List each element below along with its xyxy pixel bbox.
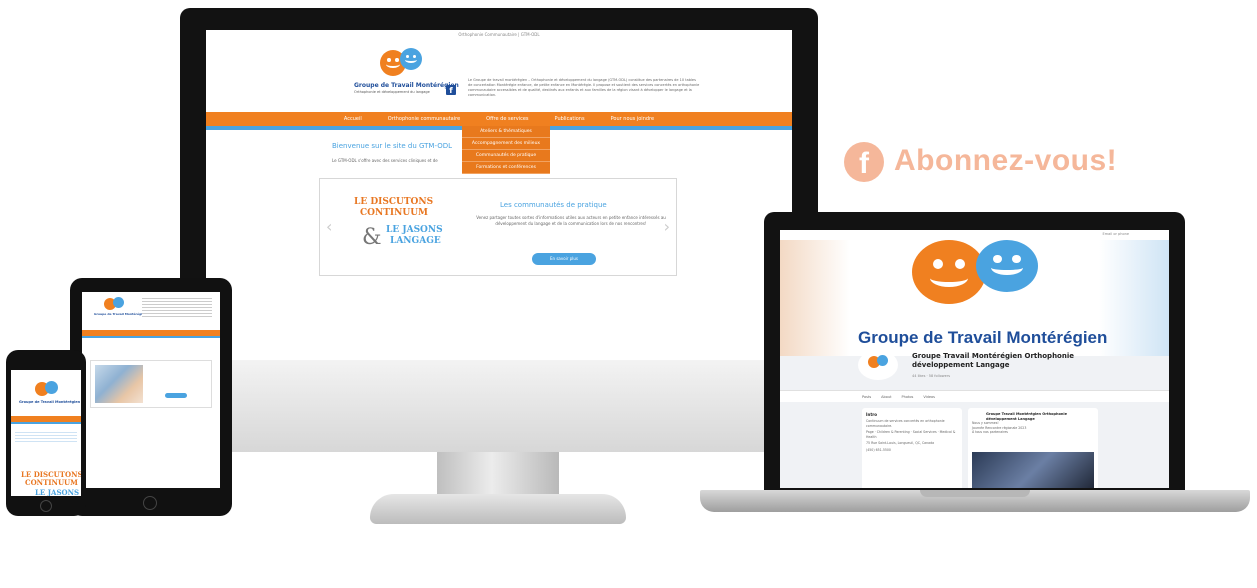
monitor-stand-foot bbox=[370, 494, 626, 524]
tablet-learn-more-button[interactable] bbox=[165, 393, 187, 398]
blue-smiley-icon bbox=[45, 381, 58, 394]
desktop-monitor: Orthophonie Communautaire | GTM-ODL Grou… bbox=[180, 8, 818, 452]
nav-item-publications[interactable]: Publications bbox=[555, 116, 585, 122]
services-dropdown: Ateliers & thématiques Accompagnement de… bbox=[462, 126, 550, 174]
site-logo-subtitle: Orthophonie et développement du langage bbox=[354, 90, 430, 94]
blue-smiley-icon bbox=[400, 48, 422, 70]
phone-screen: Groupe de Travail Montérégien LE DISCUTO… bbox=[11, 370, 81, 496]
cover-photo: Groupe de Travail Montérégien bbox=[780, 240, 1169, 356]
facebook-icon[interactable]: f bbox=[446, 85, 456, 95]
laptop-screen: Email or phone Groupe de Travail Montéré… bbox=[780, 230, 1169, 488]
laptop-notch bbox=[920, 490, 1030, 497]
desktop-screen: Orthophonie Communautaire | GTM-ODL Grou… bbox=[206, 30, 792, 360]
dropdown-item[interactable]: Ateliers & thématiques bbox=[462, 126, 550, 138]
nav-item-offre[interactable]: Offre de services bbox=[486, 116, 528, 122]
post-author: Groupe Travail Montérégien Orthophonie d… bbox=[986, 412, 1067, 421]
cover-title: Groupe de Travail Montérégien bbox=[858, 328, 1108, 347]
subscribe-callout[interactable]: f Abonnez-vous! bbox=[844, 140, 1164, 184]
dropdown-item[interactable]: Accompagnement des milieux bbox=[462, 138, 550, 150]
login-email-field[interactable]: Email or phone bbox=[1103, 232, 1129, 236]
facebook-icon: f bbox=[844, 142, 884, 182]
brand-line: LE DISCUTONS bbox=[354, 197, 434, 207]
phone-brand-line: CONTINUUM bbox=[25, 478, 78, 487]
subscribe-label: Abonnez-vous! bbox=[894, 144, 1118, 177]
slide-text: Venez partager toutes sortes d'informati… bbox=[476, 215, 666, 226]
facebook-topbar: Email or phone bbox=[780, 230, 1169, 240]
slide-title: Les communautés de pratique bbox=[500, 201, 607, 209]
main-nav: Accueil Orthophonie communautaire Offre … bbox=[206, 112, 792, 126]
intro-row: Page · Children & Parenting · Social Ser… bbox=[866, 430, 956, 439]
dropdown-item[interactable]: Formations et conférences bbox=[462, 162, 550, 174]
intro-row: Continuum de services concertés en ortho… bbox=[866, 419, 945, 428]
brand-ampersand: & bbox=[362, 225, 382, 250]
welcome-heading: Bienvenue sur le site du GTM-ODL bbox=[332, 142, 452, 150]
site-logo-title: Groupe de Travail Montérégien bbox=[354, 82, 459, 89]
intro-card: Intro Continuum de services concertés en… bbox=[862, 408, 962, 488]
tablet-nav-accent bbox=[82, 336, 220, 338]
phone-logo-title: Groupe de Travail Montérégien bbox=[19, 400, 81, 404]
page-tabs: Posts About Photos Videos bbox=[780, 390, 1169, 402]
phone-nav-accent bbox=[11, 422, 81, 424]
nav-item-orthophonie[interactable]: Orthophonie communautaire bbox=[388, 116, 460, 122]
nav-item-contact[interactable]: Pour nous joindre bbox=[611, 116, 655, 122]
tab-videos[interactable]: Videos bbox=[923, 395, 935, 399]
intro-row: 75 Rue Saint-Louis, Longueuil, QC, Canad… bbox=[866, 441, 935, 445]
site-topbar: Orthophonie Communautaire | GTM-ODL bbox=[458, 32, 540, 37]
slider-prev-icon[interactable]: ‹ bbox=[326, 217, 332, 236]
blue-smiley-icon bbox=[976, 240, 1038, 292]
phone: Groupe de Travail Montérégien LE DISCUTO… bbox=[6, 350, 86, 516]
laptop: Email or phone Groupe de Travail Montéré… bbox=[764, 212, 1185, 492]
learn-more-button[interactable]: En savoir plus bbox=[532, 253, 596, 265]
tablet-screen: Groupe de Travail Montérégien bbox=[82, 292, 220, 488]
tablet: Groupe de Travail Montérégien bbox=[70, 278, 232, 516]
welcome-lead: Le GTM-ODL s'offre avec des services cli… bbox=[332, 158, 438, 163]
intro-row: (450) 651-5500 bbox=[866, 447, 891, 452]
tablet-slide-photo bbox=[95, 365, 143, 403]
page-header: Groupe Travail Montérégien Orthophonie d… bbox=[858, 350, 1158, 388]
tablet-slider bbox=[90, 360, 212, 408]
page-meta: 44 likes · 58 followers bbox=[912, 374, 951, 378]
phone-text-block bbox=[15, 432, 77, 444]
dropdown-item[interactable]: Communautés de pratique bbox=[462, 150, 550, 162]
orange-smiley-icon bbox=[912, 240, 986, 304]
brand-line: CONTINUUM bbox=[360, 208, 429, 218]
tablet-intro-text bbox=[142, 298, 212, 318]
device-mockup-stage: Orthophonie Communautaire | GTM-ODL Grou… bbox=[0, 0, 1257, 588]
page-name: Groupe Travail Montérégien Orthophonie d… bbox=[912, 352, 1074, 369]
tablet-logo-title: Groupe de Travail Montérégien bbox=[94, 312, 147, 316]
tab-posts[interactable]: Posts bbox=[862, 395, 871, 399]
phone-brand-line: LE JASONS bbox=[35, 488, 80, 496]
post-card[interactable]: Groupe Travail Montérégien Orthophonie d… bbox=[968, 408, 1098, 488]
page-avatar[interactable] bbox=[858, 350, 898, 380]
hero-slider: ‹ › LE DISCUTONS CONTINUUM & LE JASONS L… bbox=[319, 178, 677, 276]
site-intro-text: Le Groupe de travail montérégien – Ortho… bbox=[468, 78, 700, 97]
site-logo[interactable] bbox=[376, 48, 426, 78]
post-image[interactable] bbox=[972, 452, 1094, 488]
brand-line: LE JASONS bbox=[386, 225, 443, 235]
intro-title: Intro bbox=[866, 412, 877, 417]
tab-about[interactable]: About bbox=[881, 395, 891, 399]
nav-item-accueil[interactable]: Accueil bbox=[344, 116, 362, 122]
tablet-home-button[interactable] bbox=[143, 496, 157, 510]
tab-photos[interactable]: Photos bbox=[902, 395, 914, 399]
monitor-chin bbox=[180, 360, 818, 452]
slide-brand-logo: LE DISCUTONS CONTINUUM & LE JASONS LANGA… bbox=[348, 197, 458, 257]
blue-smiley-icon bbox=[113, 297, 124, 308]
brand-line: LANGAGE bbox=[390, 236, 441, 246]
phone-home-button[interactable] bbox=[40, 500, 52, 512]
post-line: À tous nos partenaires bbox=[972, 430, 1008, 434]
